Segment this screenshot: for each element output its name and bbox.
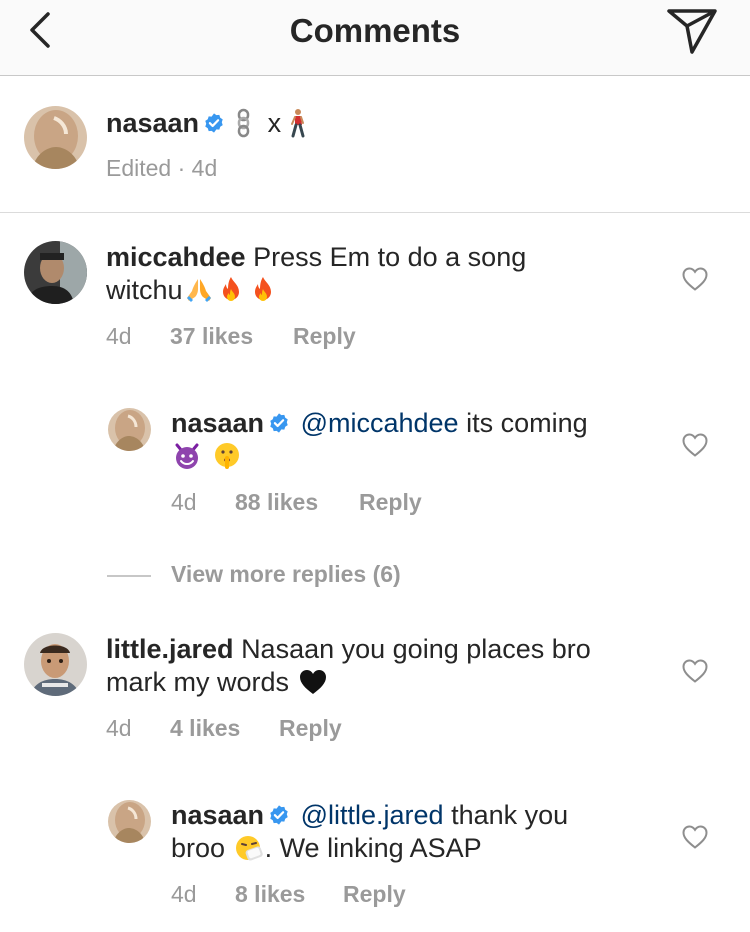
likes-count[interactable]: 8 likes	[235, 881, 305, 908]
verified-badge-icon	[203, 112, 225, 134]
comment-time: 4d	[171, 881, 197, 907]
reply-text: nasaan @miccahdee its coming	[171, 407, 588, 440]
reply-body-end: . We linking ASAP	[264, 833, 482, 863]
reply-body-cont: broo	[171, 833, 226, 863]
reply-text-line2: broo . We linking ASAP	[171, 832, 482, 865]
comment-text: little.jared Nasaan you going places bro	[106, 633, 591, 666]
post-caption: nasaan x Edited · 4d	[0, 77, 750, 213]
verified-badge-icon	[268, 804, 290, 826]
comment-body: Nasaan you going places bro	[241, 634, 591, 664]
heart-icon[interactable]	[681, 658, 709, 684]
direct-send-icon[interactable]	[664, 4, 720, 56]
avatar[interactable]	[108, 800, 151, 843]
view-more-replies-button[interactable]: View more replies (6)	[171, 561, 401, 588]
comment-text-line2: mark my words	[106, 666, 329, 699]
black-heart-emoji	[298, 667, 328, 697]
mention-link[interactable]: @little.jared	[301, 800, 444, 830]
likes-count[interactable]: 88 likes	[235, 489, 318, 516]
caption-x: x	[267, 108, 282, 138]
reply-text: nasaan @little.jared thank you	[171, 799, 568, 832]
heart-icon[interactable]	[681, 266, 709, 292]
comment-text: miccahdee Press Em to do a song	[106, 241, 526, 274]
comment-time: 4d	[171, 489, 197, 515]
avatar[interactable]	[24, 106, 87, 169]
comment-body-cont: mark my words	[106, 667, 290, 697]
reply-button[interactable]: Reply	[359, 489, 422, 516]
comment-time: 4d	[106, 323, 132, 349]
fire-emoji	[248, 275, 278, 305]
header-bar: Comments	[0, 0, 750, 76]
comment-body: Press Em to do a song	[253, 242, 527, 272]
shushing-face-emoji	[212, 441, 242, 471]
comment-username[interactable]: little.jared	[106, 634, 234, 664]
reply-username[interactable]: nasaan	[171, 800, 264, 830]
view-more-divider	[107, 575, 151, 577]
reply-body: its coming	[466, 408, 588, 438]
heart-icon[interactable]	[681, 432, 709, 458]
avatar[interactable]	[24, 633, 87, 696]
walking-person-emoji	[282, 108, 312, 138]
reply-body: thank you	[451, 800, 569, 830]
comment-username[interactable]: miccahdee	[106, 242, 246, 272]
comment-text-line2: witchu	[106, 274, 279, 307]
edited-label: Edited · 4d	[106, 155, 218, 181]
reply-text-line2	[171, 440, 243, 473]
comment-body-cont: witchu	[106, 275, 183, 305]
avatar[interactable]	[108, 408, 151, 451]
caption-text: nasaan x	[106, 107, 313, 140]
folded-hands-emoji	[184, 275, 214, 305]
page-title: Comments	[289, 12, 461, 49]
comment-time: 4d	[106, 715, 132, 741]
chains-emoji	[229, 108, 259, 138]
reply-button[interactable]: Reply	[279, 715, 342, 742]
caption-username[interactable]: nasaan	[106, 108, 199, 138]
smiling-devil-emoji	[172, 441, 202, 471]
reply-username[interactable]: nasaan	[171, 408, 264, 438]
mention-link[interactable]: @miccahdee	[301, 408, 459, 438]
sneezing-face-emoji	[234, 833, 264, 863]
likes-count[interactable]: 37 likes	[170, 323, 253, 350]
avatar[interactable]	[24, 241, 87, 304]
verified-badge-icon	[268, 412, 290, 434]
reply-button[interactable]: Reply	[293, 323, 356, 350]
heart-icon[interactable]	[681, 824, 709, 850]
fire-emoji	[216, 275, 246, 305]
likes-count[interactable]: 4 likes	[170, 715, 240, 742]
reply-button[interactable]: Reply	[343, 881, 406, 908]
